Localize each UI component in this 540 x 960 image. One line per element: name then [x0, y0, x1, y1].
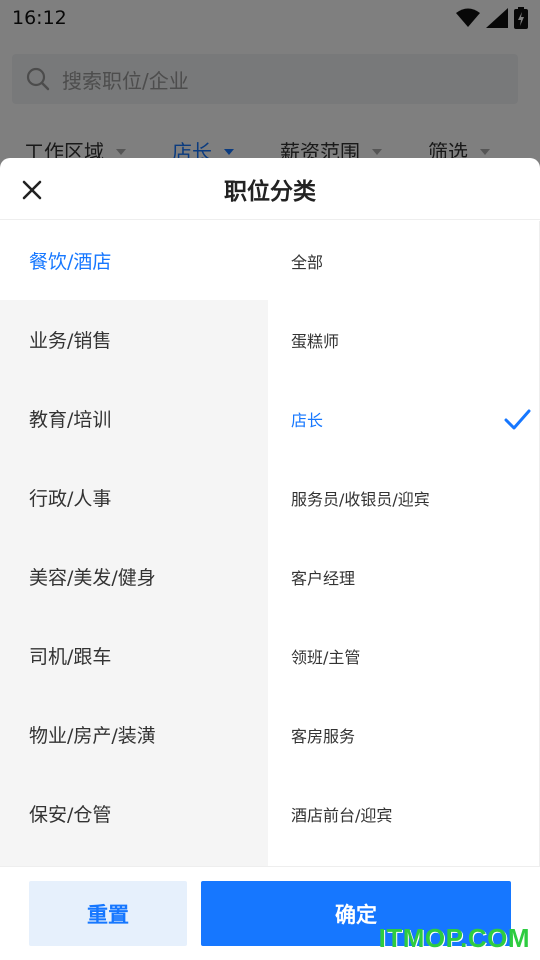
category-list: 餐饮/酒店 业务/销售 教育/培训 行政/人事 美容/美发/健身 司机/跟车 物… [0, 221, 268, 866]
category-label: 保安/仓管 [29, 804, 112, 826]
position-label: 全部 [291, 252, 324, 272]
category-item-beauty-fitness[interactable]: 美容/美发/健身 [0, 537, 268, 616]
position-item-store-manager[interactable]: 店长 [268, 379, 539, 458]
close-icon [22, 180, 42, 200]
category-item-property[interactable]: 物业/房产/装潢 [0, 695, 268, 774]
category-label: 业务/销售 [29, 330, 112, 352]
category-label: 司机/跟车 [29, 646, 112, 668]
category-item-catering-hotel[interactable]: 餐饮/酒店 [0, 221, 268, 300]
position-item-room-service[interactable]: 客房服务 [268, 695, 539, 774]
position-label: 服务员/收银员/迎宾 [291, 489, 430, 509]
position-list: 全部 蛋糕师 店长 服务员/收银员/迎宾 客户经理 领班/主管 客房服务 酒店前… [268, 221, 540, 866]
checkmark-icon [504, 409, 531, 430]
category-label: 美容/美发/健身 [29, 567, 156, 589]
category-label: 教育/培训 [29, 409, 112, 431]
position-item-front-desk[interactable]: 酒店前台/迎宾 [268, 774, 539, 853]
close-button[interactable] [14, 172, 50, 208]
category-label: 餐饮/酒店 [29, 251, 112, 273]
reset-button[interactable]: 重置 [29, 881, 187, 946]
position-item-all[interactable]: 全部 [268, 221, 539, 300]
position-label: 客户经理 [291, 568, 356, 588]
sheet-title: 职位分类 [224, 178, 316, 205]
position-label: 酒店前台/迎宾 [291, 805, 393, 825]
position-label: 蛋糕师 [291, 331, 340, 351]
category-item-sales[interactable]: 业务/销售 [0, 300, 268, 379]
position-item-pastry-chef[interactable]: 蛋糕师 [268, 300, 539, 379]
category-item-security[interactable]: 保安/仓管 [0, 774, 268, 853]
position-category-sheet: 职位分类 餐饮/酒店 业务/销售 教育/培训 行政/人事 美容/美发/健身 司机… [0, 158, 540, 960]
position-item-account-manager[interactable]: 客户经理 [268, 537, 539, 616]
category-item-education[interactable]: 教育/培训 [0, 379, 268, 458]
position-label: 店长 [291, 410, 324, 430]
position-item-supervisor[interactable]: 领班/主管 [268, 616, 539, 695]
sheet-header: 职位分类 [0, 158, 540, 220]
position-label: 客房服务 [291, 726, 356, 746]
position-item-waiter-cashier[interactable]: 服务员/收银员/迎宾 [268, 458, 539, 537]
category-columns: 餐饮/酒店 业务/销售 教育/培训 行政/人事 美容/美发/健身 司机/跟车 物… [0, 221, 540, 866]
category-item-admin-hr[interactable]: 行政/人事 [0, 458, 268, 537]
position-label: 领班/主管 [291, 647, 361, 667]
category-item-driver[interactable]: 司机/跟车 [0, 616, 268, 695]
watermark-logo: ITMOP.COM [378, 923, 530, 953]
category-label: 物业/房产/装潢 [29, 725, 156, 747]
category-label: 行政/人事 [29, 488, 112, 510]
